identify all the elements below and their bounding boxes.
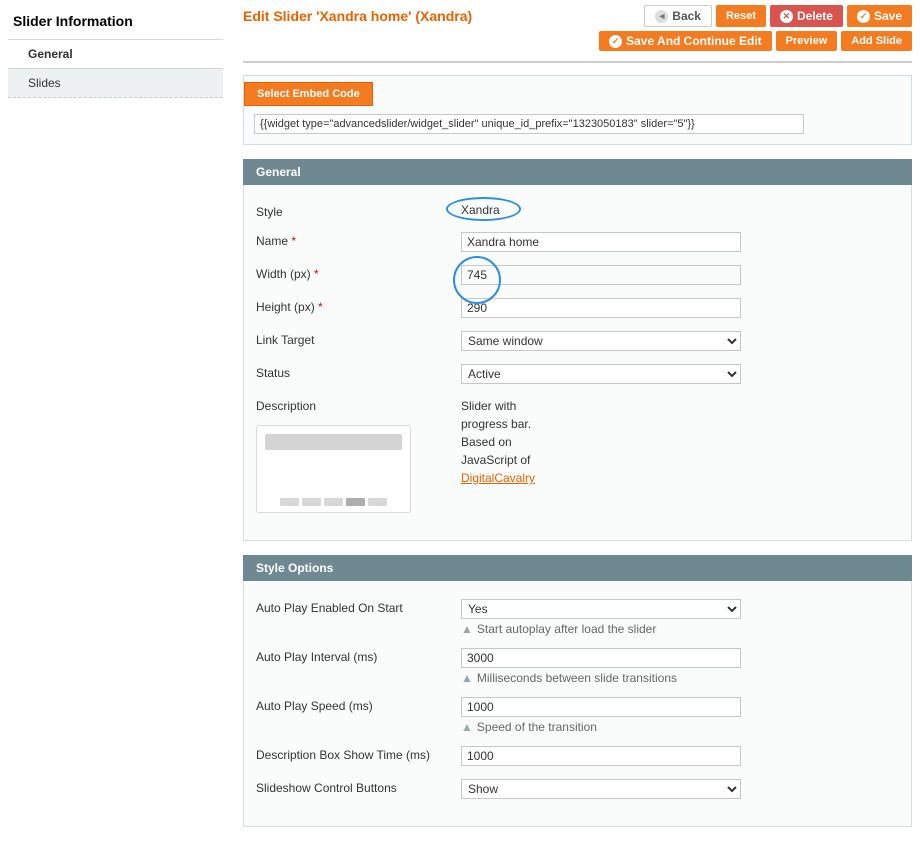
sidebar: Slider Information General Slides (8, 5, 223, 841)
embed-code-input[interactable] (254, 114, 804, 134)
page-title: Edit Slider 'Xandra home' (Xandra) (243, 5, 472, 24)
hint-speed: Speed of the transition (477, 720, 597, 734)
main: Edit Slider 'Xandra home' (Xandra) ◄Back… (243, 5, 912, 841)
general-section-head: General (243, 159, 912, 185)
label-width: Width (px) * (256, 265, 461, 285)
preview-dot (346, 498, 365, 506)
add-slide-button[interactable]: Add Slide (841, 31, 912, 51)
sidebar-tab-general[interactable]: General (8, 40, 223, 69)
digitalcavalry-link[interactable]: DigitalCavalry (461, 471, 535, 485)
label-style: Style (256, 203, 461, 219)
description-text: Slider with progress bar. Based on JavaS… (461, 397, 571, 487)
label-autoplay: Auto Play Enabled On Start (256, 599, 461, 636)
label-description: Description (256, 397, 461, 513)
label-desc-show: Description Box Show Time (ms) (256, 746, 461, 766)
label-name: Name * (256, 232, 461, 252)
height-input[interactable] (461, 298, 741, 318)
preview-dot (280, 498, 299, 506)
hint-arrow-icon: ▲ (461, 622, 473, 636)
desc-show-input[interactable] (461, 746, 741, 766)
hint-interval: Milliseconds between slide transitions (477, 671, 677, 685)
autoplay-select[interactable]: Yes (461, 599, 741, 619)
arrow-left-icon: ◄ (655, 10, 668, 23)
embed-panel: Select Embed Code (243, 75, 912, 145)
slider-preview-thumb (256, 425, 411, 513)
name-input[interactable] (461, 232, 741, 252)
link-target-select[interactable]: Same window (461, 331, 741, 351)
interval-input[interactable] (461, 648, 741, 668)
label-height: Height (px) * (256, 298, 461, 318)
check-icon: ✓ (609, 35, 622, 48)
save-button[interactable]: ✓Save (847, 5, 912, 27)
control-buttons-select[interactable]: Show (461, 779, 741, 799)
sidebar-tab-slides[interactable]: Slides (8, 69, 223, 98)
preview-bar-icon (265, 434, 402, 450)
label-control-buttons: Slideshow Control Buttons (256, 779, 461, 799)
general-section: Style Xandra Name * Width (px) * Height … (243, 185, 912, 541)
status-select[interactable]: Active (461, 364, 741, 384)
delete-button[interactable]: ✕Delete (770, 5, 843, 27)
label-speed: Auto Play Speed (ms) (256, 697, 461, 734)
reset-button[interactable]: Reset (716, 5, 766, 27)
embed-tab[interactable]: Select Embed Code (244, 82, 373, 106)
speed-input[interactable] (461, 697, 741, 717)
width-input[interactable] (461, 265, 741, 285)
sidebar-title: Slider Information (8, 5, 223, 39)
back-button[interactable]: ◄Back (644, 5, 712, 27)
hint-autoplay: Start autoplay after load the slider (477, 622, 656, 636)
style-options-head: Style Options (243, 555, 912, 581)
preview-dot (368, 498, 387, 506)
preview-dot (324, 498, 343, 506)
preview-button[interactable]: Preview (776, 31, 838, 51)
style-options-section: Auto Play Enabled On Start Yes ▲ Start au… (243, 581, 912, 827)
check-icon: ✓ (857, 10, 870, 23)
hint-arrow-icon: ▲ (461, 720, 473, 734)
label-link-target: Link Target (256, 331, 461, 351)
preview-dot (302, 498, 321, 506)
label-interval: Auto Play Interval (ms) (256, 648, 461, 685)
close-icon: ✕ (780, 10, 793, 23)
style-value: Xandra (461, 203, 500, 217)
save-continue-button[interactable]: ✓Save And Continue Edit (599, 31, 772, 51)
hint-arrow-icon: ▲ (461, 671, 473, 685)
label-status: Status (256, 364, 461, 384)
